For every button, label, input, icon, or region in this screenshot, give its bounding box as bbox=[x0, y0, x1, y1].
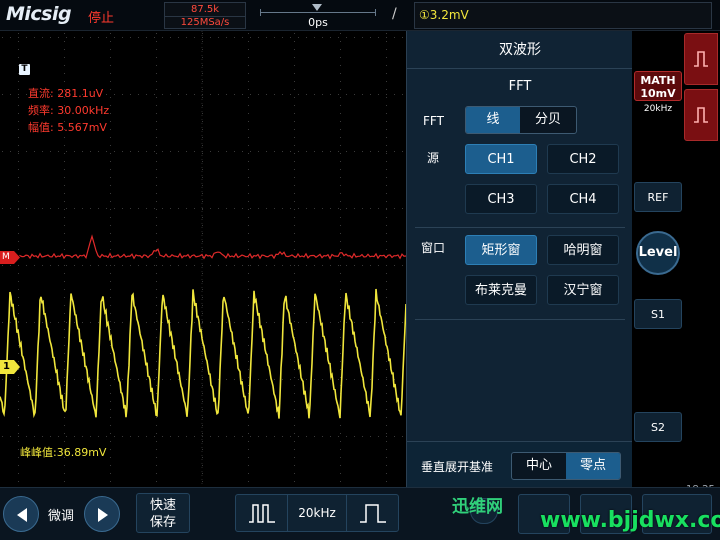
top-status-bar: Micsig 停止 87.5k 125MSa/s 0ps / ①3.2mV bbox=[0, 0, 720, 31]
frequency-value: 20kHz bbox=[298, 506, 336, 520]
arrow-left-icon bbox=[17, 508, 27, 522]
trigger-slope-icon[interactable]: / bbox=[392, 6, 397, 22]
peak-to-peak-measure: 峰峰值:36.89mV bbox=[20, 446, 107, 459]
s1-button[interactable]: S1 bbox=[634, 299, 682, 329]
time-scale-line bbox=[260, 9, 376, 16]
vertical-expand-zero[interactable]: 零点 bbox=[566, 453, 620, 479]
measurement-readout: 直流: 281.1uV 频率: 30.00kHz 幅值: 5.567mV bbox=[28, 85, 109, 136]
source-ch2-button[interactable]: CH2 bbox=[547, 144, 619, 174]
level-button[interactable]: Level bbox=[636, 231, 680, 275]
measure-frequency: 频率: 30.00kHz bbox=[28, 104, 110, 117]
freq-increase-button[interactable] bbox=[346, 495, 398, 531]
window-rectangular-button[interactable]: 矩形窗 bbox=[465, 235, 537, 265]
window-hamming-button[interactable]: 哈明窗 bbox=[547, 235, 619, 265]
vertical-expand-toggle[interactable]: 中心 零点 bbox=[511, 452, 621, 480]
pulse-wide-icon bbox=[360, 504, 386, 523]
fft-mode-db[interactable]: 分贝 bbox=[520, 107, 576, 133]
quick-save-button[interactable]: 快速 保存 bbox=[136, 493, 190, 533]
panel-title: 双波形 bbox=[407, 31, 633, 69]
brand-logo: Micsig bbox=[6, 3, 72, 25]
acquisition-info[interactable]: 87.5k 125MSa/s bbox=[164, 2, 246, 29]
source-ch4-button[interactable]: CH4 bbox=[547, 184, 619, 214]
frequency-control: 20kHz bbox=[235, 494, 399, 532]
arrow-right-icon bbox=[98, 508, 108, 522]
math-tab-up[interactable] bbox=[684, 33, 718, 85]
freq-decrease-button[interactable] bbox=[236, 495, 288, 531]
trigger-time-marker[interactable]: T bbox=[19, 64, 30, 75]
horizontal-position[interactable]: 0ps bbox=[256, 2, 380, 29]
fine-adjust-label: 微调 bbox=[48, 509, 75, 524]
window-blackman-button[interactable]: 布莱克曼 bbox=[465, 275, 537, 305]
trigger-position-indicator bbox=[312, 4, 322, 11]
fft-mode-label: FFT bbox=[423, 114, 444, 128]
s2-button[interactable]: S2 bbox=[634, 412, 682, 442]
window-hanning-button[interactable]: 汉宁窗 bbox=[547, 275, 619, 305]
trigger-level[interactable]: ①3.2mV bbox=[414, 2, 712, 29]
ref-button[interactable]: REF bbox=[634, 182, 682, 212]
math-fft-trace bbox=[19, 234, 406, 260]
fine-right-button[interactable] bbox=[84, 496, 120, 532]
pulse-narrow-icon bbox=[249, 504, 275, 523]
panel-subtitle: FFT bbox=[508, 79, 532, 94]
right-control-column: MATH 10mV 20kHz REF Level S1 S2 bbox=[632, 31, 720, 487]
waveform-pulse-icon bbox=[694, 107, 708, 123]
vertical-expand-label: 垂直展开基准 bbox=[421, 460, 494, 474]
divider bbox=[415, 227, 625, 228]
math-frequency: 20kHz bbox=[643, 104, 673, 114]
dual-waveform-panel: 双波形 FFT FFT 线 分贝 源 CH1 CH2 CH3 CH4 窗口 矩形… bbox=[406, 31, 633, 487]
vertical-expand-center[interactable]: 中心 bbox=[512, 453, 566, 479]
fine-left-button[interactable] bbox=[3, 496, 39, 532]
window-label: 窗口 bbox=[421, 241, 446, 255]
waveform-pulse-icon bbox=[694, 51, 708, 67]
source-ch1-button[interactable]: CH1 bbox=[465, 144, 537, 174]
divider bbox=[415, 319, 625, 320]
watermark-text: 迅维网 bbox=[452, 497, 503, 517]
math-title: MATH bbox=[640, 74, 676, 87]
math-tab-down[interactable] bbox=[684, 89, 718, 141]
quick-save-line1: 快速 bbox=[149, 498, 176, 513]
source-label: 源 bbox=[427, 151, 440, 165]
memory-depth: 87.5k bbox=[190, 4, 220, 15]
math-channel-badge[interactable]: MATH 10mV bbox=[634, 71, 682, 101]
time-offset-value: 0ps bbox=[308, 16, 328, 29]
watermark-url: www.bjjdwx.com bbox=[540, 508, 720, 533]
measure-amplitude: 幅值: 5.567mV bbox=[28, 121, 107, 134]
run-stop-status[interactable]: 停止 bbox=[88, 7, 114, 26]
waveform-display[interactable]: T 直流: 281.1uV 频率: 30.00kHz 幅值: 5.567mV M… bbox=[0, 31, 406, 487]
fft-mode-toggle[interactable]: 线 分贝 bbox=[465, 106, 577, 134]
source-ch3-button[interactable]: CH3 bbox=[465, 184, 537, 214]
vertical-expand-row: 垂直展开基准 中心 零点 bbox=[407, 441, 633, 487]
quick-save-line2: 保存 bbox=[149, 515, 176, 530]
math-scale: 10mV bbox=[640, 87, 676, 100]
measure-dc: 直流: 281.1uV bbox=[28, 87, 104, 100]
fft-mode-linear[interactable]: 线 bbox=[466, 107, 520, 133]
sample-rate: 125MSa/s bbox=[165, 16, 245, 29]
